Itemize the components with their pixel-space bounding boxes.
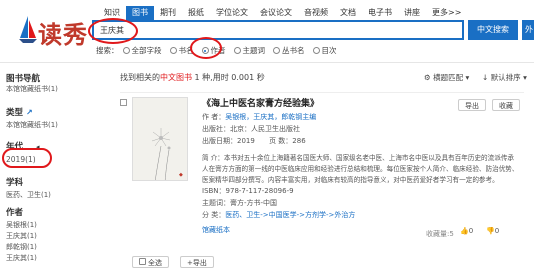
divider [0,62,534,63]
chevron-down-icon: ▾ [523,73,527,82]
sidebar-author-item[interactable]: 吴银根(1) [6,220,37,230]
book-publisher: 出版社：北京：人民卫生出版社 [202,125,300,133]
sidebar-subject-item[interactable]: 医药、卫生(1) [6,190,51,200]
site-logo[interactable]: 读秀 [18,14,90,49]
sort-dropdown[interactable]: ↓ 默认排序 ▾ [482,72,527,83]
tab-conference[interactable]: 会议论文 [254,6,298,20]
sort-icon: ↓ [482,73,489,82]
chinese-search-button[interactable]: 中文搜索 [468,20,518,40]
highlight-circle-search [88,18,138,44]
result-summary: 找到相关的中文图书 1 种,用时 0.001 秒 [120,73,265,82]
sidebar-author-item[interactable]: 郎乾钢(1) [6,242,37,252]
svg-text:◆: ◆ [179,172,183,178]
logo-text: 读秀 [38,20,88,49]
sidebar-type-title: 类型 ↗ [6,108,33,118]
tab-newspapers[interactable]: 报纸 [182,6,210,20]
sail-logo-icon [19,16,37,43]
radio-icon [312,47,320,54]
sidebar-author-title: 作者 [6,208,24,218]
result-checkbox[interactable] [120,99,127,106]
favorite-count: 收藏量:5 [426,230,454,238]
radio-icon [122,47,130,54]
thumbs-down-icon: 👎 [486,227,495,235]
result-type: 中文图书 [160,73,192,82]
sidebar-author-item[interactable]: 王庆其(1) [6,231,37,241]
scope-toc[interactable]: 目次 [312,45,337,56]
tab-av[interactable]: 音视频 [298,6,334,20]
tab-theses[interactable]: 学位论文 [210,6,254,20]
tab-ebooks[interactable]: 电子书 [362,6,398,20]
like-button[interactable]: 👍0 [460,227,473,235]
sidebar-nav-title: 图书导航 [6,74,41,84]
select-all-button[interactable]: 全选 [132,256,169,268]
highlight-circle-author [190,37,222,59]
book-authors: 作 者：吴银根，王庆其，郎乾钢主编 [202,113,317,121]
book-date: 出版日期：2019 页 数：286 [202,137,306,145]
book-classification: 分 类：医药、卫生->中国医学->方剂学->外治方 [202,211,356,219]
sidebar-subject-title: 学科 [6,178,24,188]
sidebar-type-item[interactable]: 本馆馆藏纸书(1) [6,120,58,130]
bulk-export-button[interactable]: +导出 [180,256,214,268]
radio-icon [169,47,177,54]
sidebar-author-item[interactable]: 王庆其(1) [6,253,37,263]
tab-docs[interactable]: 文档 [334,6,362,20]
radio-icon [273,47,280,54]
paper-holding-link[interactable]: 馆藏纸本 [202,225,230,235]
highlight-circle-year [2,148,52,168]
book-description: 简 介：本书对五十余位上海籍著名国医大师、国家级名老中医、上海市名中医以及具有百… [202,154,519,184]
thumbs-up-icon: 👍 [460,227,469,235]
tab-journals[interactable]: 期刊 [154,6,182,20]
book-isbn: ISBN：978-7-117-28096-9 [202,187,294,195]
scope-subject[interactable]: 主题词 [233,45,265,56]
radio-icon [233,47,241,54]
category-nav: 知识 图书 期刊 报纸 学位论文 会议论文 音视频 文档 电子书 讲座 更多>> [98,6,467,20]
scope-label: 搜索： [96,46,119,55]
book-cover[interactable]: ◆ [132,97,188,181]
foreign-search-button[interactable]: 外 [522,20,534,40]
tab-books[interactable]: 图书 [126,6,154,20]
scope-all-fields[interactable]: 全部字段 [122,45,162,56]
scope-series[interactable]: 丛书名 [273,45,305,56]
search-box [92,20,464,40]
checkbox-icon [139,258,146,265]
chart-icon: ↗ [25,108,33,117]
match-dropdown[interactable]: ⚙ 横题匹配 ▾ [424,72,469,83]
book-title[interactable]: 《海上中医名家膏方经验集》 [202,96,319,109]
search-input[interactable] [94,22,462,38]
dislike-button[interactable]: 👎0 [486,227,499,235]
dandelion-image: ◆ [133,98,187,180]
book-subject: 主题词：膏方-方书-中国 [202,199,278,207]
tab-lectures[interactable]: 讲座 [398,6,426,20]
settings-icon: ⚙ [424,73,431,82]
export-button[interactable]: 导出 [458,99,486,111]
sidebar-nav-sub[interactable]: 本馆馆藏纸书(1) [6,84,58,94]
chevron-down-icon: ▾ [465,73,470,82]
favorite-button[interactable]: 收藏 [492,99,520,111]
tab-more[interactable]: 更多>> [426,6,467,20]
